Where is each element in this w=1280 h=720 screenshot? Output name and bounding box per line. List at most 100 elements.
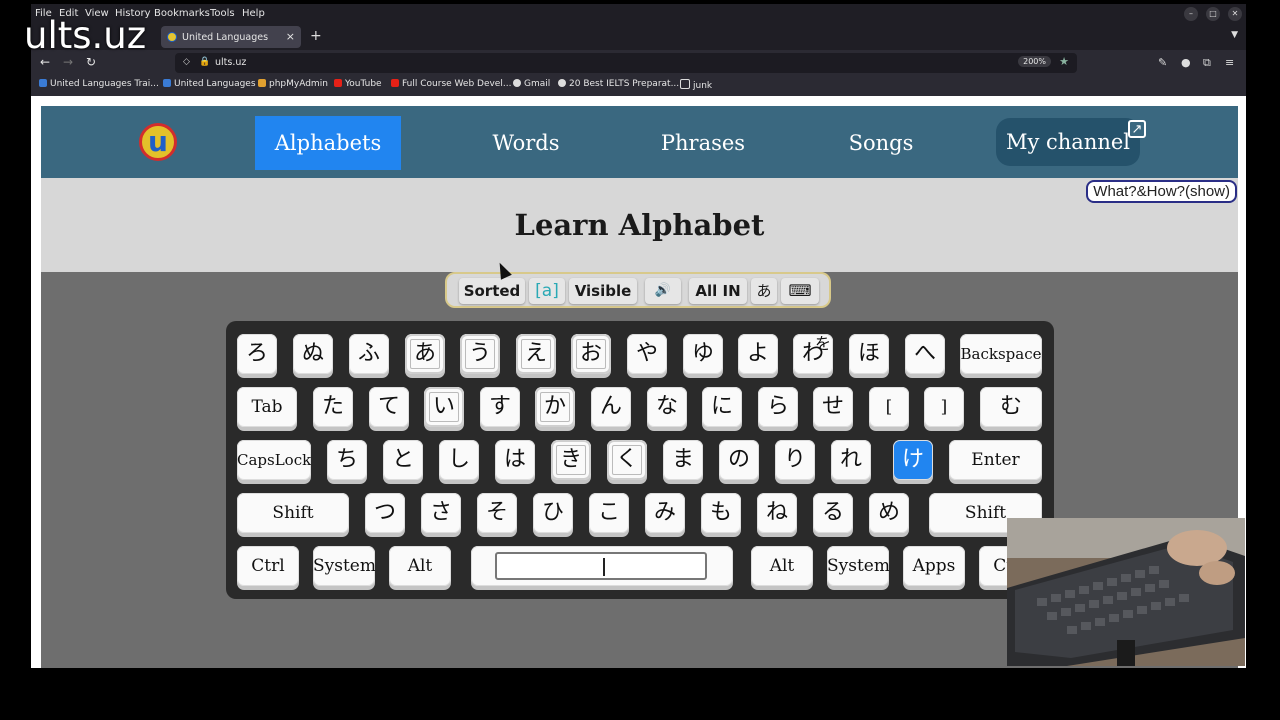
key-chi[interactable]: ち <box>327 440 367 480</box>
list-tabs-icon[interactable]: ▼ <box>1231 30 1238 40</box>
key-ya[interactable]: や <box>627 334 667 374</box>
menu-icon[interactable]: ≡ <box>1225 56 1234 69</box>
lock-icon[interactable]: 🔒 <box>199 57 210 67</box>
key-alt-right[interactable]: Alt <box>751 546 813 586</box>
extensions-icon[interactable]: ⧉ <box>1203 56 1211 70</box>
bookmark-item[interactable]: Full Course Web Devel... <box>391 79 511 89</box>
bookmark-item[interactable]: 20 Best IELTS Preparat... <box>558 79 679 89</box>
key-me[interactable]: め <box>869 493 909 533</box>
key-enter[interactable]: Enter <box>949 440 1042 480</box>
key-sa[interactable]: さ <box>421 493 461 533</box>
account-icon[interactable]: ● <box>1181 56 1191 69</box>
key-ho[interactable]: ほ <box>849 334 889 374</box>
key-na[interactable]: な <box>647 387 687 427</box>
key-backspace[interactable]: Backspace <box>960 334 1042 374</box>
key-no[interactable]: の <box>719 440 759 480</box>
shield-icon[interactable]: ◇ <box>183 57 190 67</box>
key-u[interactable]: う <box>460 334 500 374</box>
nav-songs[interactable]: Songs <box>836 116 926 170</box>
latin-toggle[interactable]: [a] <box>529 278 565 304</box>
tab-close-icon[interactable]: × <box>286 30 295 43</box>
tab-united-languages[interactable]: United Languages × <box>161 26 301 48</box>
key-ke-active[interactable]: け <box>893 440 933 480</box>
bookmark-item[interactable]: YouTube <box>334 79 382 89</box>
close-window-icon[interactable]: ✕ <box>1228 7 1242 21</box>
key-tab[interactable]: Tab <box>237 387 297 427</box>
visible-toggle[interactable]: Visible <box>569 278 637 304</box>
key-shift-left[interactable]: Shift <box>237 493 349 533</box>
key-e[interactable]: え <box>516 334 556 374</box>
bookmark-star-icon[interactable]: ★ <box>1059 55 1069 68</box>
key-apps[interactable]: Apps <box>903 546 965 586</box>
nav-alphabets[interactable]: Alphabets <box>255 116 401 170</box>
key-ta[interactable]: た <box>313 387 353 427</box>
key-nu[interactable]: ぬ <box>293 334 333 374</box>
key-ha[interactable]: は <box>495 440 535 480</box>
forward-icon[interactable]: → <box>63 55 73 69</box>
key-capslock[interactable]: CapsLock <box>237 440 311 480</box>
key-ne[interactable]: ね <box>757 493 797 533</box>
bookmark-item[interactable]: United Languages <box>163 79 256 89</box>
typing-input[interactable] <box>495 552 707 580</box>
key-to[interactable]: と <box>383 440 423 480</box>
bookmark-item[interactable]: Gmail <box>513 79 550 89</box>
key-a[interactable]: あ <box>405 334 445 374</box>
key-i[interactable]: い <box>424 387 464 427</box>
key-n[interactable]: ん <box>591 387 631 427</box>
bookmark-item[interactable]: phpMyAdmin <box>258 79 328 89</box>
bookmark-folder[interactable]: junk <box>680 79 712 91</box>
key-ki[interactable]: き <box>551 440 591 480</box>
new-tab-button[interactable]: + <box>310 28 322 44</box>
key-ku[interactable]: く <box>607 440 647 480</box>
menu-help[interactable]: Help <box>242 8 265 19</box>
sound-icon[interactable]: 🔊 <box>645 278 681 304</box>
key-ma[interactable]: ま <box>663 440 703 480</box>
key-se[interactable]: せ <box>813 387 853 427</box>
hiragana-toggle[interactable]: あ <box>751 278 777 304</box>
maximize-icon[interactable]: □ <box>1206 7 1220 21</box>
address-bar[interactable]: ◇ 🔒 ults.uz 200% ★ <box>175 53 1077 73</box>
menu-bookmarks[interactable]: Bookmarks <box>154 8 210 19</box>
keyboard-icon[interactable]: ⌨ <box>781 278 819 304</box>
key-tsu[interactable]: つ <box>365 493 405 533</box>
minimize-icon[interactable]: – <box>1184 7 1198 21</box>
key-shi[interactable]: し <box>439 440 479 480</box>
key-he[interactable]: へ <box>905 334 945 374</box>
site-logo[interactable]: u <box>139 123 177 161</box>
key-ra[interactable]: ら <box>758 387 798 427</box>
key-te[interactable]: て <box>369 387 409 427</box>
key-ru[interactable]: る <box>813 493 853 533</box>
help-toggle-button[interactable]: What?&How?(show) <box>1086 180 1237 203</box>
key-fu[interactable]: ふ <box>349 334 389 374</box>
key-alt-left[interactable]: Alt <box>389 546 451 586</box>
key-mo[interactable]: も <box>701 493 741 533</box>
key-su[interactable]: す <box>480 387 520 427</box>
sorted-toggle[interactable]: Sorted <box>459 278 525 304</box>
key-ko[interactable]: こ <box>589 493 629 533</box>
key-ro[interactable]: ろ <box>237 334 277 374</box>
key-ni[interactable]: に <box>702 387 742 427</box>
external-link-icon[interactable]: ↗ <box>1128 120 1146 138</box>
key-mu[interactable]: む <box>980 387 1042 427</box>
key-hi[interactable]: ひ <box>533 493 573 533</box>
bookmark-item[interactable]: United Languages Trai... <box>39 79 159 89</box>
key-ctrl-left[interactable]: Ctrl <box>237 546 299 586</box>
nav-words[interactable]: Words <box>481 116 571 170</box>
nav-my-channel[interactable]: My channel <box>996 118 1140 166</box>
key-close-bracket[interactable]: ] <box>924 387 964 427</box>
key-open-bracket[interactable]: [ <box>869 387 909 427</box>
key-o[interactable]: お <box>571 334 611 374</box>
spacebar[interactable] <box>471 546 733 586</box>
key-so[interactable]: そ <box>477 493 517 533</box>
key-ka[interactable]: か <box>535 387 575 427</box>
key-wa[interactable]: わ を <box>793 334 833 374</box>
key-system-right[interactable]: System <box>827 546 889 586</box>
key-yu[interactable]: ゆ <box>683 334 723 374</box>
key-re[interactable]: れ <box>831 440 871 480</box>
back-icon[interactable]: ← <box>40 55 50 69</box>
key-yo[interactable]: よ <box>738 334 778 374</box>
all-in-toggle[interactable]: All IN <box>689 278 747 304</box>
key-system-left[interactable]: System <box>313 546 375 586</box>
tools-icon[interactable]: ✎ <box>1158 56 1167 69</box>
url-text[interactable]: ults.uz <box>215 57 246 68</box>
